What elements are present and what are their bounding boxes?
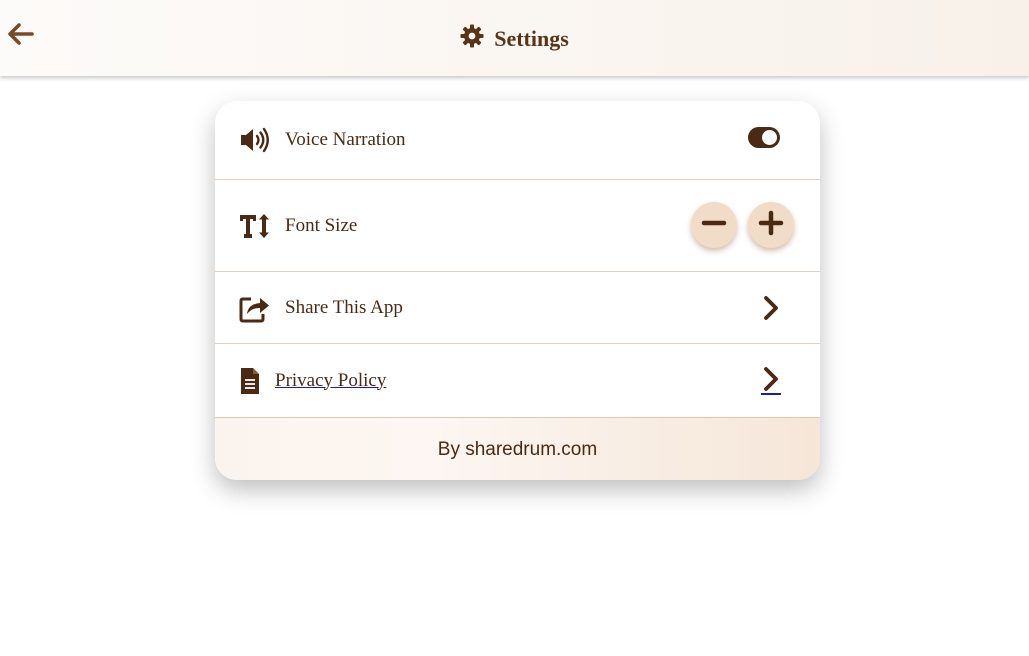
share-icon bbox=[239, 293, 271, 323]
privacy-policy-link[interactable]: Privacy Policy bbox=[275, 370, 386, 392]
chevron-right-icon[interactable] bbox=[761, 366, 781, 395]
text-height-icon bbox=[239, 212, 271, 240]
voice-narration-toggle[interactable] bbox=[748, 127, 780, 148]
voice-narration-row: Voice Narration bbox=[215, 101, 820, 180]
minus-icon bbox=[701, 210, 727, 241]
settings-card: Voice Narration Font Size Share This App… bbox=[215, 101, 820, 480]
back-button[interactable] bbox=[4, 20, 36, 52]
gear-icon bbox=[460, 24, 484, 54]
page-title-text: Settings bbox=[494, 25, 569, 51]
speaker-icon bbox=[239, 126, 271, 154]
font-size-label: Font Size bbox=[285, 214, 358, 236]
plus-icon bbox=[758, 210, 784, 241]
chevron-right-icon[interactable] bbox=[761, 295, 781, 321]
document-icon bbox=[239, 367, 261, 395]
voice-narration-label: Voice Narration bbox=[285, 129, 406, 150]
share-app-row[interactable]: Share This App bbox=[215, 272, 820, 344]
decrease-font-button[interactable] bbox=[691, 202, 737, 248]
font-size-row: Font Size bbox=[215, 180, 820, 272]
arrow-left-icon bbox=[6, 22, 34, 51]
page-title: Settings bbox=[460, 24, 569, 54]
card-footer: By sharedrum.com bbox=[215, 417, 820, 480]
footer-text: By sharedrum.com bbox=[437, 438, 598, 460]
app-header: Settings bbox=[0, 0, 1029, 76]
share-app-label: Share This App bbox=[285, 296, 403, 318]
toggle-knob bbox=[762, 130, 777, 145]
privacy-policy-row[interactable]: Privacy Policy bbox=[215, 344, 820, 417]
increase-font-button[interactable] bbox=[748, 202, 794, 248]
